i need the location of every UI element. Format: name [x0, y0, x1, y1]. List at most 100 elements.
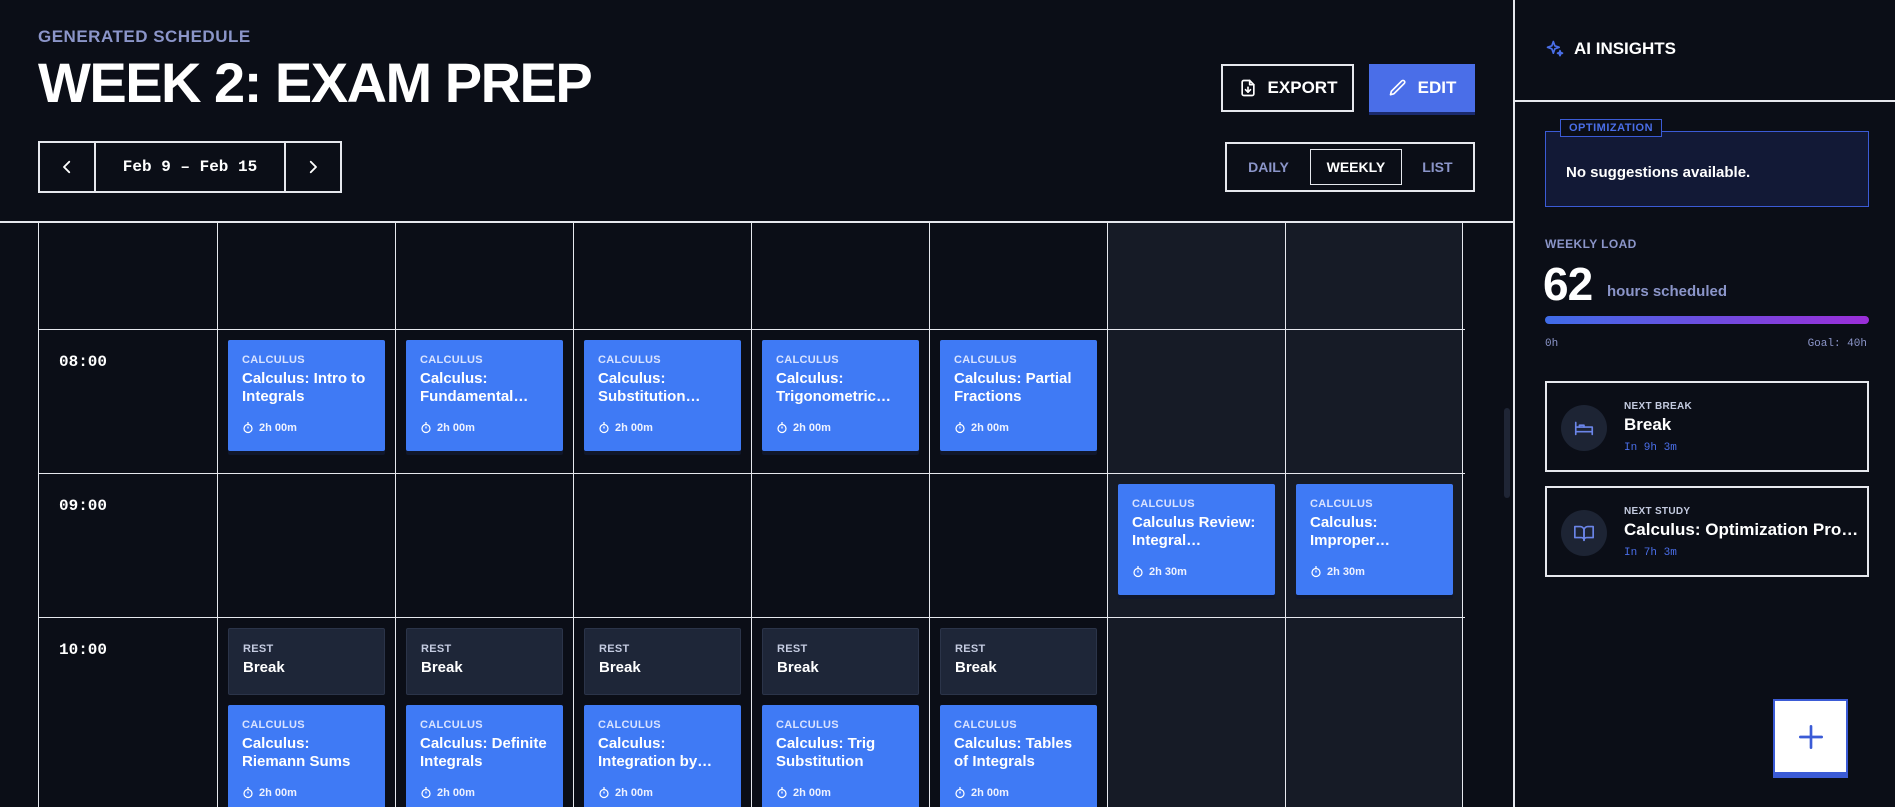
next-week-button[interactable]	[286, 143, 340, 191]
optimization-text: No suggestions available.	[1566, 164, 1751, 181]
card-title: Calculus: Intro to Integrals	[242, 370, 366, 405]
card-duration-text: 2h 00m	[971, 787, 1009, 799]
study-session-card[interactable]: CALCULUS Calculus: Integration by… 2h 00…	[584, 705, 741, 807]
timer-icon	[777, 787, 787, 799]
date-range: Feb 9 – Feb 15	[94, 143, 286, 191]
card-title: Calculus: Riemann Sums	[242, 735, 351, 770]
card-title: Break	[243, 659, 285, 676]
app: GENERATED SCHEDULE WEEK 2: EXAM PREP EXP…	[0, 0, 1895, 807]
card-duration-text: 2h 00m	[793, 422, 831, 434]
view-toggle: DAILY WEEKLY LIST	[1225, 142, 1475, 192]
card-duration-text: 2h 30m	[1149, 566, 1187, 578]
chevron-right-icon	[309, 160, 317, 174]
edit-button[interactable]: EDIT	[1369, 64, 1475, 112]
book-open-icon	[1574, 525, 1594, 542]
timer-icon	[599, 787, 609, 799]
timer-icon	[243, 422, 253, 434]
add-session-button[interactable]	[1773, 699, 1848, 774]
card-title: Break	[599, 659, 641, 676]
optimization-tag: OPTIMIZATION	[1560, 119, 1663, 137]
time-column	[38, 223, 217, 807]
card-duration: 2h 00m	[420, 787, 475, 799]
timer-icon	[955, 422, 965, 434]
card-category: REST	[955, 643, 986, 655]
timer-icon	[777, 422, 787, 434]
card-category: CALCULUS	[420, 354, 483, 366]
card-title: Calculus: Improper…	[1310, 514, 1391, 549]
card-duration: 2h 00m	[598, 787, 653, 799]
calendar-grid: 08:00 09:00 10:00 CALCULUS Calculus: Int…	[38, 223, 1465, 807]
timer-icon	[1133, 566, 1143, 578]
card-duration-text: 2h 00m	[437, 422, 475, 434]
card-title: Calculus Review: Integral…	[1132, 514, 1256, 549]
card-title: Break	[777, 659, 819, 676]
study-session-card[interactable]: CALCULUS Calculus: Trig Substitution 2h …	[762, 705, 919, 807]
pencil-icon	[1389, 79, 1406, 96]
timer-icon	[243, 787, 253, 799]
study-session-card[interactable]: CALCULUS Calculus Review: Integral… 2h 3…	[1118, 484, 1275, 595]
card-duration-text: 2h 00m	[259, 422, 297, 434]
card-title: Calculus: Trigonometric…	[776, 370, 892, 405]
study-session-card[interactable]: CALCULUS Calculus: Partial Fractions 2h …	[940, 340, 1097, 451]
next-break-card[interactable]: NEXT BREAK Break In 9h 3m	[1545, 381, 1869, 472]
card-title: Calculus: Integration by…	[598, 735, 713, 770]
next-study-title: Calculus: Optimization Pro…	[1624, 520, 1859, 539]
card-title: Calculus: Trig Substitution	[776, 735, 876, 770]
study-session-card[interactable]: CALCULUS Calculus: Fundamental… 2h 00m	[406, 340, 563, 451]
card-title: Calculus: Partial Fractions	[954, 370, 1072, 405]
next-study-card[interactable]: NEXT STUDY Calculus: Optimization Pro… I…	[1545, 486, 1869, 577]
study-session-card[interactable]: CALCULUS Calculus: Tables of Integrals 2…	[940, 705, 1097, 807]
next-study-eta: In 7h 3m	[1624, 547, 1677, 559]
study-session-card[interactable]: CALCULUS Calculus: Intro to Integrals 2h…	[228, 340, 385, 451]
break-card[interactable]: REST Break	[940, 628, 1097, 695]
weekly-load-bar	[1545, 316, 1869, 324]
export-button[interactable]: EXPORT	[1221, 64, 1354, 112]
card-duration: 2h 30m	[1132, 566, 1187, 578]
card-category: CALCULUS	[954, 719, 1017, 731]
card-duration-text: 2h 00m	[615, 787, 653, 799]
weekly-load-unit: hours scheduled	[1607, 283, 1728, 300]
card-duration-text: 2h 00m	[793, 787, 831, 799]
prev-week-button[interactable]	[40, 143, 94, 191]
timer-icon	[599, 422, 609, 434]
break-card[interactable]: REST Break	[584, 628, 741, 695]
card-duration-text: 2h 00m	[259, 787, 297, 799]
card-duration: 2h 00m	[242, 422, 297, 434]
edit-label: EDIT	[1417, 78, 1457, 97]
next-break-label: NEXT BREAK	[1624, 401, 1693, 412]
card-duration: 2h 30m	[1310, 566, 1365, 578]
study-session-card[interactable]: CALCULUS Calculus: Riemann Sums 2h 00m	[228, 705, 385, 807]
view-list-tab[interactable]: LIST	[1408, 149, 1467, 185]
next-study-label: NEXT STUDY	[1624, 506, 1691, 517]
break-card[interactable]: REST Break	[406, 628, 563, 695]
card-category: CALCULUS	[598, 719, 661, 731]
card-duration: 2h 00m	[954, 787, 1009, 799]
study-session-card[interactable]: CALCULUS Calculus: Definite Integrals 2h…	[406, 705, 563, 807]
weekly-load-fill	[1545, 316, 1869, 324]
sidebar-header: AI INSIGHTS	[1515, 0, 1895, 102]
break-card[interactable]: REST Break	[762, 628, 919, 695]
card-title: Calculus: Tables of Integrals	[954, 735, 1073, 770]
export-label: EXPORT	[1267, 78, 1338, 97]
card-duration: 2h 00m	[242, 787, 297, 799]
card-duration: 2h 00m	[598, 422, 653, 434]
study-session-card[interactable]: CALCULUS Calculus: Trigonometric… 2h 00m	[762, 340, 919, 451]
hour-divider	[38, 329, 1465, 330]
time-label: 09:00	[59, 497, 108, 515]
bed-icon	[1574, 421, 1594, 436]
study-session-card[interactable]: CALCULUS Calculus: Improper… 2h 30m	[1296, 484, 1453, 595]
grid-scrollbar[interactable]	[1504, 408, 1510, 498]
card-title: Calculus: Definite Integrals	[420, 735, 547, 770]
break-card[interactable]: REST Break	[228, 628, 385, 695]
card-category: REST	[777, 643, 808, 655]
weekly-load-goal: Goal: 40h	[1807, 338, 1867, 350]
card-category: REST	[421, 643, 452, 655]
study-session-card[interactable]: CALCULUS Calculus: Substitution… 2h 00m	[584, 340, 741, 451]
time-label: 10:00	[59, 641, 108, 659]
timer-icon	[955, 787, 965, 799]
view-daily-tab[interactable]: DAILY	[1233, 149, 1304, 185]
page-eyebrow: GENERATED SCHEDULE	[38, 27, 251, 46]
card-duration: 2h 00m	[776, 422, 831, 434]
view-weekly-tab[interactable]: WEEKLY	[1310, 149, 1402, 185]
sparkles-icon	[1546, 40, 1564, 57]
